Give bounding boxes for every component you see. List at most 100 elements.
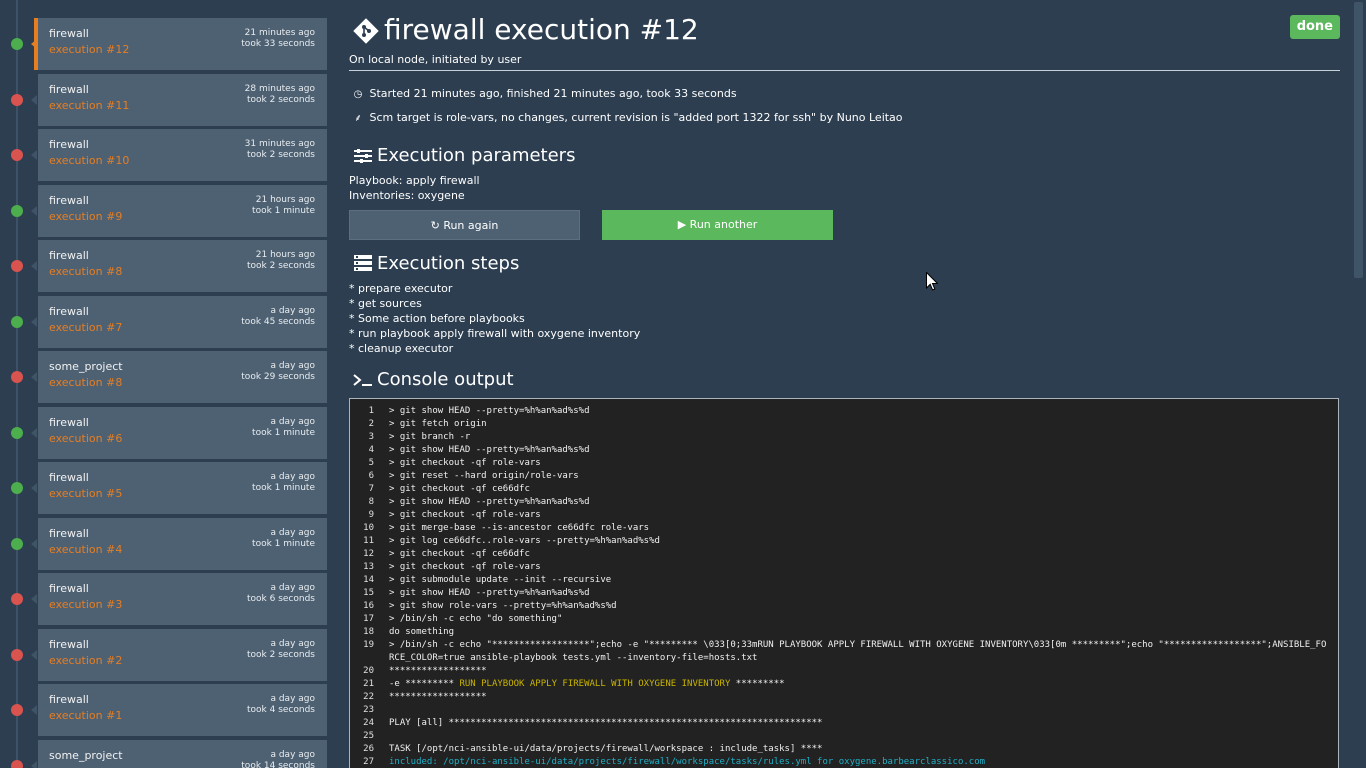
execution-list-item[interactable]: firewall execution #11 28 minutes ago took … (0, 73, 338, 126)
execution-list-item[interactable]: firewall execution #12 21 minutes ago took … (0, 18, 338, 70)
line-text: > git log ce66dfc..role-vars --pretty=%h… (389, 536, 660, 546)
status-failed-dot (11, 149, 23, 161)
item-pointer (31, 150, 37, 160)
status-failed-dot (11, 648, 23, 661)
run-another-button[interactable]: ▶ Run another (602, 210, 833, 240)
line-number: 27 (363, 757, 374, 767)
mouse-cursor-icon (926, 272, 938, 291)
line-text: > git submodule update --init --recursiv… (389, 575, 612, 585)
execution-duration: took 2 seconds (247, 94, 315, 105)
execution-link: execution #12 (49, 43, 130, 56)
execution-time: a day ago (270, 749, 315, 760)
status-success-dot (11, 426, 23, 439)
execution-list-item[interactable]: firewall execution #6 a day ago took 1 minu… (0, 406, 338, 459)
console-heading-text: Console output (377, 369, 514, 390)
execution-list-item[interactable]: firewall execution #5 a day ago took 1 minu… (0, 462, 338, 514)
line-text: > git show HEAD --pretty=%h%an%ad%s%d (389, 406, 590, 416)
execution-time: a day ago (270, 472, 315, 482)
execution-link: execution #4 (49, 542, 123, 556)
git-icon (353, 18, 379, 44)
play-icon: ▶ (677, 218, 687, 231)
execution-card[interactable]: firewall execution #9 21 hours ago took 1 m… (38, 184, 327, 237)
execution-link: execution #5 (49, 487, 123, 500)
execution-card[interactable]: firewall execution #10 31 minutes ago took … (38, 129, 327, 181)
execution-card[interactable]: firewall execution #11 28 minutes ago took … (38, 73, 327, 126)
execution-duration: took 6 seconds (247, 594, 315, 604)
execution-link: execution #1 (49, 709, 123, 722)
execution-project: firewall (49, 82, 89, 96)
step-item: * run playbook apply firewall with oxyge… (349, 327, 641, 340)
title-row: firewall execution #12 done (349, 12, 1340, 48)
console-output[interactable]: 1 > git show HEAD --pretty=%h%an%ad%s%d 2 >… (349, 398, 1339, 768)
execution-project: some_project (49, 748, 123, 762)
execution-card[interactable]: firewall execution #7 a day ago took 45 sec… (38, 295, 327, 348)
execution-link: execution #8 (49, 265, 123, 278)
execution-card[interactable]: firewall execution #2 a day ago took 2 seco… (38, 628, 327, 681)
execution-time: a day ago (270, 361, 315, 371)
execution-card[interactable]: some_project a day ago took 14 seconds (38, 739, 327, 768)
line-number: 24 (363, 718, 374, 728)
main-content: firewall execution #12 done On local nod… (349, 0, 1340, 768)
execution-link: execution #10 (49, 154, 130, 167)
execution-list-item[interactable]: firewall execution #1 a day ago took 4 seco… (0, 684, 338, 736)
execution-card[interactable]: firewall execution #12 21 minutes ago took … (34, 18, 327, 70)
execution-card[interactable]: firewall execution #8 21 hours ago took 2 s… (38, 240, 327, 292)
execution-list-item[interactable]: firewall execution #3 a day ago took 6 seco… (0, 573, 338, 625)
line-text: > git reset --hard origin/role-vars (389, 471, 579, 481)
execution-list-item[interactable]: firewall execution #7 a day ago took 45 sec… (0, 295, 338, 348)
item-pointer (31, 649, 37, 660)
line-text: > git checkout -qf ce66dfc (389, 549, 530, 559)
execution-card[interactable]: some_project execution #8 a day ago took 29… (38, 351, 327, 403)
line-text: > git merge-base --is-ancestor ce66dfc r… (389, 523, 650, 533)
execution-list-item[interactable]: some_project execution #8 a day ago took 29… (0, 351, 338, 403)
line-text: -e ********* RUN PLAYBOOK APPLY FIREWALL… (389, 678, 1329, 691)
run-another-label: Run another (689, 218, 758, 231)
line-number: 10 (363, 523, 374, 533)
status-failed-dot (11, 593, 23, 605)
line-number: 8 (368, 497, 374, 507)
status-success-dot (11, 482, 23, 494)
execution-project: firewall (49, 249, 89, 262)
line-number: 11 (363, 536, 374, 546)
execution-project: firewall (49, 582, 89, 595)
execution-time: 28 minutes ago (244, 83, 315, 94)
execution-project: firewall (49, 693, 89, 706)
execution-project: some_project (49, 360, 123, 373)
line-number: 25 (363, 731, 374, 741)
execution-time: a day ago (270, 527, 315, 538)
execution-card[interactable]: firewall execution #1 a day ago took 4 seco… (38, 684, 327, 736)
line-number: 21 (363, 679, 374, 689)
page-scrollbar[interactable] (1351, 0, 1366, 768)
execution-list-item[interactable]: some_project a day ago took 14 seconds (0, 739, 338, 768)
execution-time: 21 hours ago (255, 194, 315, 205)
item-pointer (31, 594, 37, 604)
status-failed-dot (11, 371, 23, 383)
line-number: 20 (363, 666, 374, 676)
execution-duration: took 29 seconds (241, 372, 315, 382)
execution-card[interactable]: firewall execution #4 a day ago took 1 minu… (38, 517, 327, 570)
item-pointer (31, 427, 37, 438)
line-text: > git show HEAD --pretty=%h%an%ad%s%d (389, 588, 590, 598)
run-again-button[interactable]: ↻ Run again (349, 210, 580, 240)
execution-list-item[interactable]: firewall execution #9 21 hours ago took 1 m… (0, 184, 338, 237)
line-text: > git checkout -qf ce66dfc (389, 484, 530, 494)
execution-list-item[interactable]: firewall execution #4 a day ago took 1 minu… (0, 517, 338, 570)
executions-sidebar: firewall execution #12 21 minutes ago took … (0, 0, 338, 768)
item-pointer (31, 261, 37, 271)
execution-card[interactable]: firewall execution #6 a day ago took 1 minu… (38, 406, 327, 459)
execution-list-item[interactable]: firewall execution #10 31 minutes ago took … (0, 129, 338, 181)
line-number: 7 (368, 484, 374, 494)
execution-project: firewall (49, 138, 89, 151)
execution-card[interactable]: firewall execution #3 a day ago took 6 seco… (38, 573, 327, 625)
inventories-value: Inventories: oxygene (349, 189, 465, 202)
execution-card[interactable]: firewall execution #5 a day ago took 1 minu… (38, 462, 327, 514)
line-segment: -e ********* (389, 679, 460, 689)
execution-list-item[interactable]: firewall execution #2 a day ago took 2 seco… (0, 628, 338, 681)
steps-heading-text: Execution steps (377, 253, 520, 274)
execution-duration: took 1 minute (252, 205, 315, 216)
execution-list-item[interactable]: firewall execution #8 21 hours ago took 2 s… (0, 240, 338, 292)
scroll-thumb[interactable] (1354, 2, 1363, 278)
item-pointer (31, 705, 37, 715)
execution-project: firewall (49, 526, 89, 540)
line-number: 5 (368, 458, 374, 468)
